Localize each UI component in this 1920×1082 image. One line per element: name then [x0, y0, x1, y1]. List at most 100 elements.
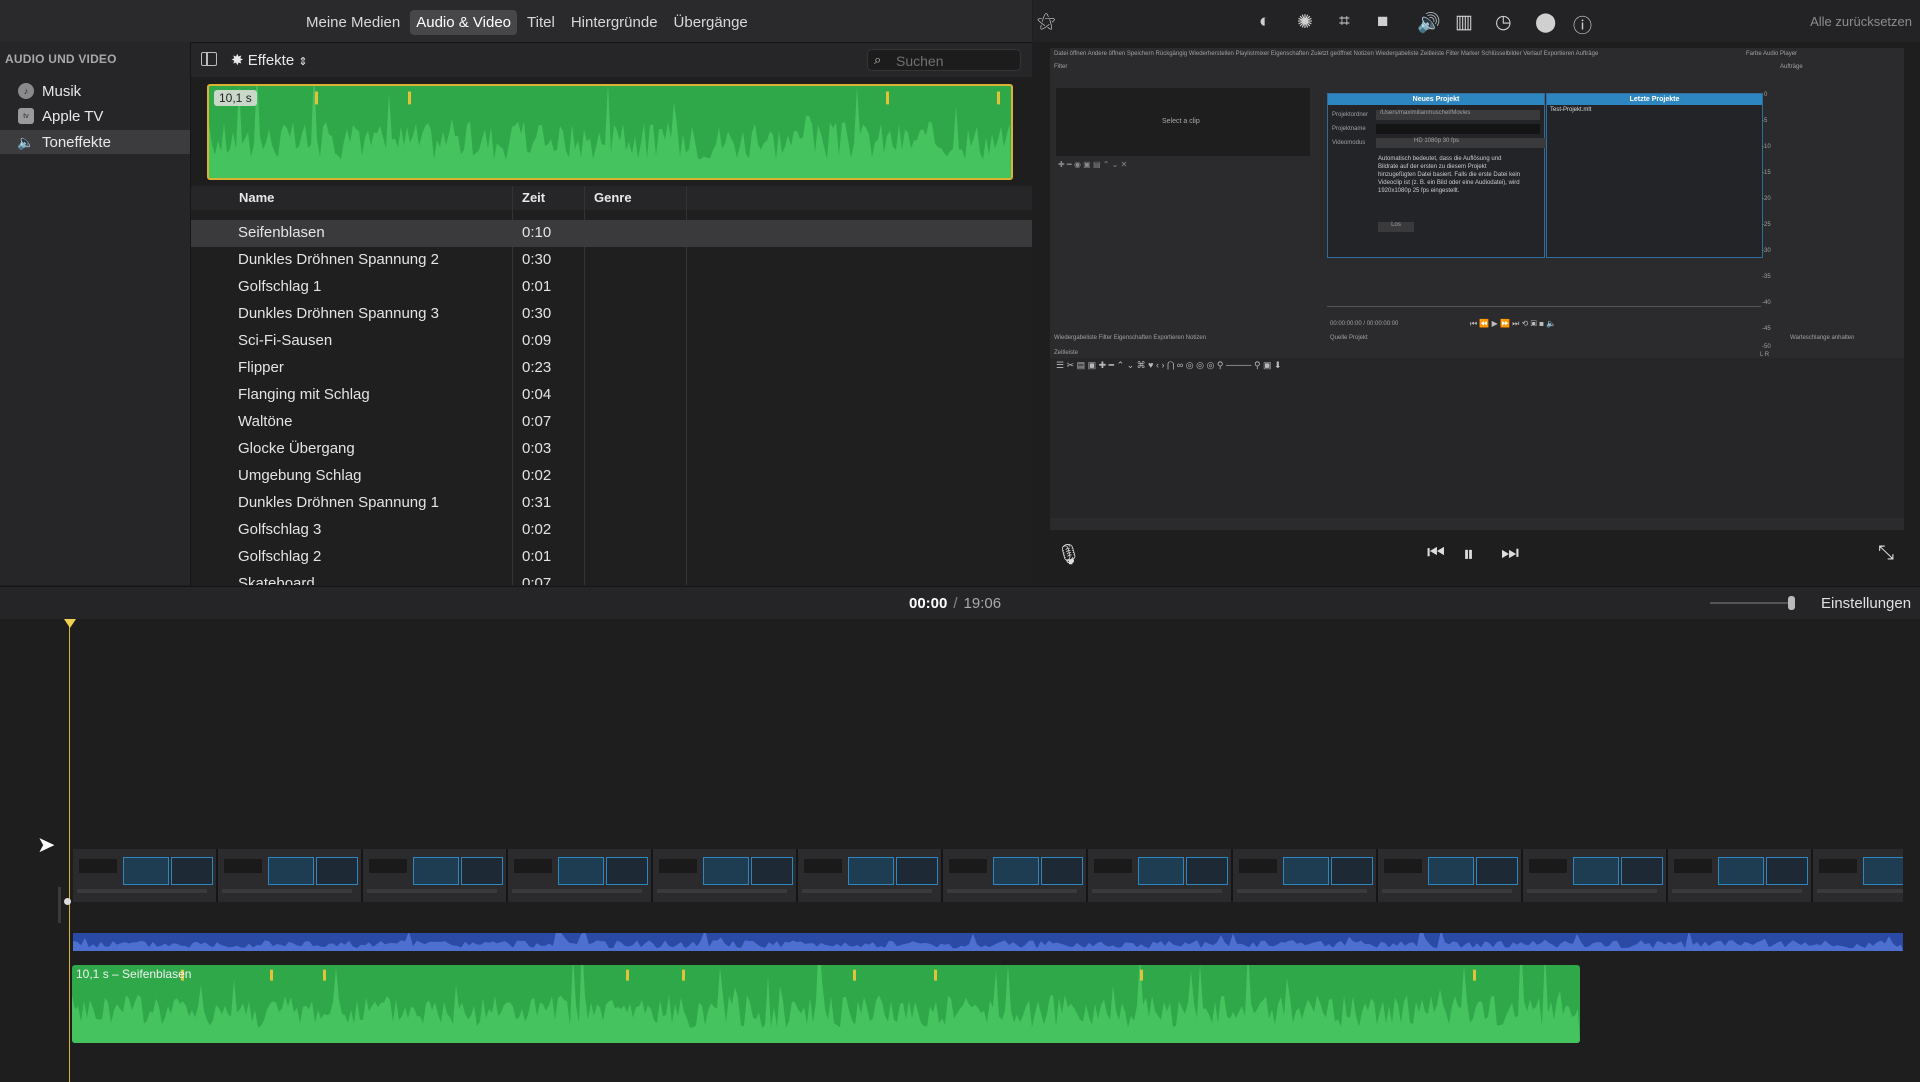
zoom-slider[interactable]: [1710, 602, 1795, 604]
mini-jobs-label: Aufträge: [1780, 64, 1803, 70]
camera-stabilize-icon[interactable]: ■: [1377, 11, 1388, 33]
video-thumbnail: [1378, 849, 1523, 902]
effect-name: Seifenblasen: [238, 224, 325, 241]
table-row[interactable]: Glocke Übergang 0:03: [191, 436, 1032, 463]
effect-name: Flanging mit Schlag: [238, 386, 370, 403]
video-thumbnail: [1523, 849, 1668, 902]
pause-icon[interactable]: ⏸: [1463, 541, 1474, 567]
playhead-handle[interactable]: [64, 619, 76, 628]
volume-icon[interactable]: 🔊: [1417, 11, 1441, 35]
appletv-icon: tv: [18, 108, 34, 124]
table-row[interactable]: Dunkles Dröhnen Spannung 2 0:30: [191, 247, 1032, 274]
waveform: [209, 86, 1011, 178]
microphone-icon[interactable]: 🎙: [1056, 542, 1081, 567]
table-row[interactable]: Dunkles Dröhnen Spannung 3 0:30: [191, 301, 1032, 328]
table-row[interactable]: Golfschlag 3 0:02: [191, 517, 1032, 544]
mini-desc-line: Videoclip ist (z. B. ein Bild oder eine …: [1378, 180, 1520, 186]
color-palette-icon[interactable]: ✺: [1297, 11, 1313, 34]
table-row[interactable]: Dunkles Dröhnen Spannung 1 0:31: [191, 490, 1032, 517]
video-clip[interactable]: [73, 849, 1903, 902]
tab-uebergaenge[interactable]: Übergänge: [668, 10, 754, 35]
table-row[interactable]: Sci-Fi-Sausen 0:09: [191, 328, 1032, 355]
search-input[interactable]: [894, 51, 1018, 71]
tab-meine-medien[interactable]: Meine Medien: [300, 10, 406, 35]
skip-forward-icon[interactable]: ⏭: [1501, 542, 1519, 565]
search-box[interactable]: ⌕: [867, 49, 1021, 71]
tab-titel[interactable]: Titel: [521, 10, 561, 35]
mini-timecode: 00:00:00:00 / 00:00:00:00: [1330, 321, 1399, 327]
mini-recent-item: Test-Projekt.mlt: [1550, 107, 1592, 113]
sidebar-item-musik[interactable]: ♪ Musik: [0, 79, 190, 103]
video-thumbnail: [1088, 849, 1233, 902]
column-header-genre[interactable]: Genre: [594, 190, 632, 205]
effect-duration: 0:02: [522, 521, 552, 538]
effect-name: Golfschlag 3: [238, 521, 322, 538]
table-row[interactable]: Skateboard 0:07: [191, 571, 1032, 585]
effects-filter-popup[interactable]: ✸ Effekte ⇕: [231, 51, 308, 69]
video-audio-track[interactable]: [73, 933, 1903, 951]
playhead[interactable]: [69, 622, 70, 1082]
settings-button[interactable]: Einstellungen: [1821, 595, 1911, 612]
table-row[interactable]: Waltöne 0:07: [191, 409, 1032, 436]
filter-icon[interactable]: ⬤: [1535, 11, 1556, 34]
tab-audio-video[interactable]: Audio & Video: [410, 10, 518, 35]
effect-name: Glocke Übergang: [238, 440, 355, 457]
waveform-peak: [323, 969, 326, 981]
browser-toolbar: ✸ Effekte ⇕ ⌕: [191, 43, 1032, 77]
equalizer-icon[interactable]: ▥: [1455, 11, 1473, 34]
fullscreen-icon[interactable]: ⤡: [1878, 542, 1894, 565]
audio-clip-label: 10,1 s – Seifenblasen: [76, 967, 192, 981]
mini-start-button: Los: [1378, 222, 1414, 232]
zoom-slider-knob[interactable]: [1788, 596, 1795, 610]
crop-icon[interactable]: ⌗: [1339, 11, 1350, 33]
color-balance-icon[interactable]: ◐: [1259, 11, 1270, 33]
mini-timeline: Zeitleiste ☰ ✂ ▤ ▣ ✚ ━ ⌃ ⌄ ⌘ ♥ ‹ › ⋂ ∞ ◎…: [1050, 350, 1904, 518]
mini-recent-projects-panel: Letzte Projekte Test-Projekt.mlt: [1546, 93, 1763, 258]
mini-meter-label: -45: [1762, 326, 1771, 332]
media-browser-tabbar: Meine Medien Audio & Video Titel Hinterg…: [0, 0, 1032, 43]
table-row[interactable]: Seifenblasen 0:10: [191, 220, 1032, 247]
mini-select-clip: Select a clip: [1162, 118, 1200, 125]
mini-mode-label: Videomodus: [1332, 140, 1366, 146]
skip-back-icon[interactable]: ⏮: [1427, 542, 1445, 565]
timeline[interactable]: 10,1 s – Seifenblasen ➤: [0, 619, 1920, 1082]
effect-duration: 0:09: [522, 332, 552, 349]
video-thumbnail: [1668, 849, 1813, 902]
table-row[interactable]: Golfschlag 2 0:01: [191, 544, 1032, 571]
column-header-name[interactable]: Name: [239, 190, 274, 205]
magic-wand-icon[interactable]: ⚝: [1037, 11, 1055, 33]
volume-keyframe-knob[interactable]: [64, 898, 71, 905]
reset-all-button[interactable]: Alle zurücksetzen: [1810, 14, 1912, 29]
clip-trim-handle[interactable]: [58, 887, 61, 923]
table-row[interactable]: Umgebung Schlag 0:02: [191, 463, 1032, 490]
table-row[interactable]: Golfschlag 1 0:01: [191, 274, 1032, 301]
table-row[interactable]: Flanging mit Schlag 0:04: [191, 382, 1032, 409]
waveform: [72, 965, 1580, 1043]
tab-hintergruende[interactable]: Hintergründe: [565, 10, 664, 35]
sound-effect-clip[interactable]: 10,1 s – Seifenblasen: [72, 965, 1580, 1043]
waveform-peak: [997, 91, 1000, 105]
current-time: 00:00: [909, 595, 948, 612]
viewer[interactable]: Datei öffnen Andere öffnen Speichern Rüc…: [1050, 48, 1904, 530]
mini-new-project-title: Neues Projekt: [1328, 94, 1544, 105]
speed-icon[interactable]: ◷: [1495, 11, 1512, 34]
sidebar-item-apple-tv[interactable]: tv Apple TV: [0, 104, 190, 128]
effect-duration: 0:04: [522, 386, 552, 403]
effect-duration: 0:30: [522, 305, 552, 322]
video-thumbnail: [943, 849, 1088, 902]
column-header-time[interactable]: Zeit: [522, 190, 545, 205]
video-thumbnail: [508, 849, 653, 902]
sidebar-item-label: Musik: [42, 82, 82, 100]
mini-desc-line: hinzugefügten Datei basiert. Falls die e…: [1378, 172, 1521, 178]
selected-effect-waveform[interactable]: 10,1 s: [207, 84, 1013, 180]
table-row[interactable]: Flipper 0:23: [191, 355, 1032, 382]
effect-duration: 0:03: [522, 440, 552, 457]
mini-toolbar-right: Farbe Audio Player: [1746, 51, 1798, 57]
sidebar-item-toneffekte[interactable]: 🔈 Toneffekte: [0, 130, 190, 154]
effect-duration: 0:10: [522, 224, 552, 241]
mini-meter-label: -30: [1762, 248, 1771, 254]
effect-duration: 0:01: [522, 548, 552, 565]
sidebar-toggle-icon[interactable]: [201, 52, 217, 66]
info-icon[interactable]: ⓘ: [1573, 11, 1592, 38]
mini-toolbar-labels: Datei öffnen Andere öffnen Speichern Rüc…: [1054, 51, 1599, 57]
